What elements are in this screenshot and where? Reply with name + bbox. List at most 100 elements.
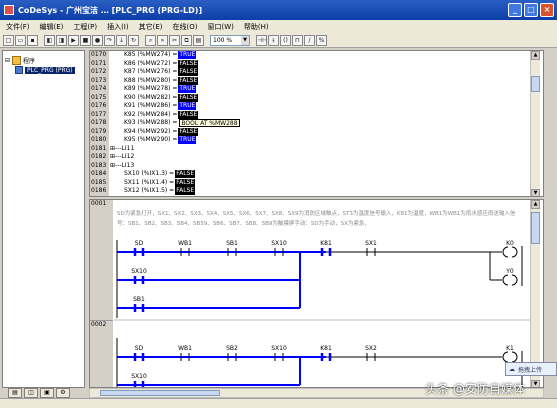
contact-label: SX10 [131,268,147,275]
insert-jump-icon[interactable]: / [304,35,315,46]
tab-pous-icon[interactable]: ▤ [8,388,22,398]
variable-value: FALSE [178,127,199,136]
new-file-icon[interactable]: □ [3,35,14,46]
contact-label: K81 [320,240,332,247]
run-icon[interactable]: ▶ [68,35,79,46]
tab-datatypes-icon[interactable]: ◫ [24,388,38,398]
coil-shape [502,351,509,363]
declaration-line: K87 (%MW276) = FALSE [110,68,540,77]
variable-value: TRUE [178,136,197,145]
contact-label: SX10 [271,240,287,247]
declaration-line: ⊞---LI12 [110,153,540,162]
toolbar: □ ▭ ▪ ◧ ◨ ▶ ■ ● ↷ ↓ ↻ ⌕ » ✂ ⧉ ▤ 100 % ▼ … [0,34,557,48]
step-over-icon[interactable]: ↷ [104,35,115,46]
declaration-line: K90 (%MW282) = FALSE [110,94,540,103]
menu-project[interactable]: 工程(P) [73,22,97,32]
insert-return-icon[interactable]: % [316,35,327,46]
declaration-line: K86 (%MW272) = FALSE [110,60,540,69]
find-icon[interactable]: ⌕ [145,35,156,46]
open-file-icon[interactable]: ▭ [15,35,26,46]
cloud-upload-icon: ☁ [509,365,515,373]
menu-help[interactable]: 帮助(H) [244,22,269,32]
ladder-scrollbar[interactable]: ▲ ▼ [530,200,540,387]
tree-item-label: PLC_PRG (PRG) [25,66,75,74]
stop-icon[interactable]: ■ [80,35,91,46]
menu-file[interactable]: 文件(F) [6,22,30,32]
paste-icon[interactable]: ▤ [193,35,204,46]
zoom-select[interactable]: 100 % ▼ [210,35,250,46]
login-icon[interactable]: ◧ [44,35,55,46]
upload-popup[interactable]: ☁ 拖拽上传 [505,362,557,376]
variable-name: ⊞---LI12 [110,153,135,160]
coil-label: Y0 [505,268,514,275]
cut-icon[interactable]: ✂ [169,35,180,46]
pou-tree-pane: ⊟ 程序 PLC_PRG (PRG) [2,50,85,388]
scroll-up-icon[interactable]: ▲ [531,200,540,209]
copy-icon[interactable]: ⧉ [181,35,192,46]
minimize-button[interactable]: _ [508,3,522,17]
menu-edit[interactable]: 编辑(E) [40,22,64,32]
step-in-icon[interactable]: ↓ [116,35,127,46]
line-number: 0174 [91,85,107,92]
insert-contact-icon[interactable]: ⊣⊢ [256,35,267,46]
contact-label: WB1 [178,345,192,352]
coil-label: K0 [506,240,514,247]
contact-label: SD [135,345,144,352]
menu-insert[interactable]: 插入(I) [107,22,129,32]
line-number: 0177 [91,110,107,118]
variable-value: FALSE [178,59,199,68]
declaration-line: SX11 (%IX1.4) = FALSE [110,179,540,188]
tree-folder-programs[interactable]: ⊟ 程序 [5,55,82,65]
declaration-line: SX10 (%IX1.3) = FALSE [110,170,540,179]
logout-icon[interactable]: ◨ [56,35,67,46]
variable-name: K94 (%MW292) = [124,127,178,135]
declaration-line: K95 (%MW290) = TRUE [110,136,540,145]
contact-label: SD [135,240,144,247]
scroll-thumb[interactable] [531,212,540,244]
menu-window[interactable]: 窗口(W) [207,22,233,32]
declaration-line: K94 (%MW292) = FALSE [110,128,540,137]
hscroll-thumb[interactable] [100,390,220,396]
insert-box-icon[interactable]: ⊓ [292,35,303,46]
scroll-down-icon[interactable]: ▼ [531,380,540,387]
variable-name: K85 (%MW274) = [124,51,178,58]
line-number: 0173 [91,76,107,84]
variable-value: FALSE [178,110,199,119]
tab-resources-icon[interactable]: ⚙ [56,388,70,398]
coil-shape [502,274,509,286]
declaration-editor[interactable]: 0170 0171 0172 0173 0174 0175 0176 0177 0178 0179… [89,50,544,197]
insert-coil-icon[interactable]: () [280,35,291,46]
collapse-icon[interactable]: ⊟ [5,57,10,64]
insert-parallel-contact-icon[interactable]: ⫲ [268,35,279,46]
window-title: CoDeSys - 广州宝洁 … [PLC_PRG (PRG-LD)] [18,5,203,15]
single-cycle-icon[interactable]: ↻ [128,35,139,46]
maximize-button[interactable]: □ [524,3,538,17]
breakpoint-icon[interactable]: ● [92,35,103,46]
declaration-line: K85 (%MW274) = TRUE [110,51,540,60]
tab-visualizations-icon[interactable]: ▣ [40,388,54,398]
tree-item-plc-prg[interactable]: PLC_PRG (PRG) [5,65,82,75]
variable-name: SX11 (%IX1.4) = [124,178,175,186]
contact-label: SX1 [365,240,377,247]
declaration-scrollbar[interactable]: ▲ ▼ [530,51,540,196]
menu-extras[interactable]: 其它(E) [139,22,163,32]
scroll-thumb[interactable] [531,76,540,92]
type-tooltip: BOOL AT %MW288 [179,119,240,128]
coil-shape [502,246,509,258]
contact-label: SX2 [365,345,377,352]
close-button[interactable]: × [540,3,554,17]
ladder-editor[interactable]: 0001 0002 SD为紧急打开，SX1、SX2、SX3、SX4、SX5、SX… [89,199,544,388]
pou-icon [15,66,23,74]
find-next-icon[interactable]: » [157,35,168,46]
scroll-up-icon[interactable]: ▲ [531,51,540,60]
variable-name: K89 (%MW278) = [124,85,178,92]
variable-value: TRUE [178,51,197,60]
scroll-down-icon[interactable]: ▼ [531,189,540,196]
variable-value: FALSE [178,93,199,102]
menu-online[interactable]: 在线(O) [173,22,198,32]
save-icon[interactable]: ▪ [27,35,38,46]
line-number: 0184 [91,170,107,177]
variable-name: ⊞---LI11 [110,144,135,152]
declaration-code: K85 (%MW274) = TRUE K86 (%MW272) = FALSE K87… [110,51,540,196]
declaration-line: ⊞---LI11 [110,145,540,154]
